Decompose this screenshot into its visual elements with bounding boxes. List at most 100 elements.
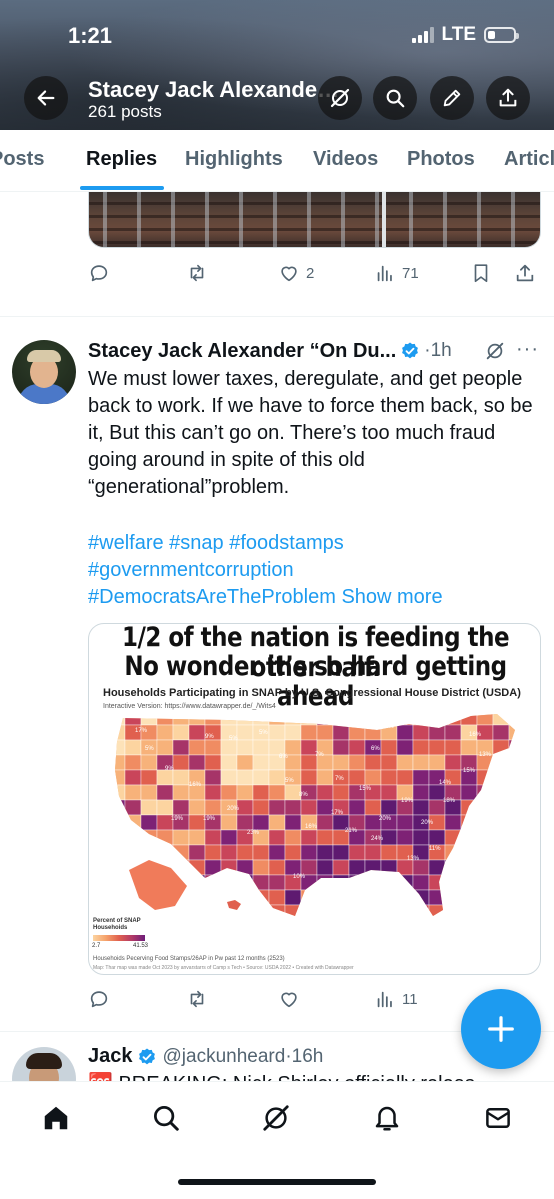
post-header: Stacey Jack Alexander “On Du... ·1h ···	[88, 338, 541, 364]
district-tile	[476, 904, 494, 916]
district-tile	[476, 889, 494, 906]
district-tile	[115, 799, 126, 816]
search-button[interactable]	[373, 76, 417, 120]
battery-icon	[484, 27, 519, 43]
nav-notifications[interactable]	[371, 1102, 403, 1134]
district-tile	[252, 714, 270, 726]
district-tile	[428, 889, 446, 906]
district-tile	[172, 829, 190, 846]
district-tile	[236, 799, 254, 816]
legend-min: 2.7	[92, 943, 101, 949]
post-image[interactable]: 1/2 of the nation is feeding the other h…	[88, 623, 541, 975]
district-label: 17%	[135, 728, 148, 734]
post-timestamp[interactable]: ·16h	[285, 1046, 323, 1068]
reply-button[interactable]	[88, 262, 116, 284]
share-button[interactable]	[486, 76, 530, 120]
district-tile	[460, 799, 478, 816]
post-header: Jack @jackunheard ·16h	[88, 1045, 323, 1068]
repost-button[interactable]	[186, 988, 214, 1010]
district-tile	[115, 829, 126, 846]
district-tile	[156, 829, 174, 846]
district-tile	[316, 769, 334, 786]
tab-photos[interactable]: Photos	[407, 148, 475, 171]
previous-post-image[interactable]	[88, 192, 541, 248]
tab-posts[interactable]: Posts	[0, 148, 44, 171]
repost-button[interactable]	[186, 262, 214, 284]
district-tile	[140, 799, 158, 816]
nav-messages[interactable]	[482, 1102, 514, 1134]
verified-badge-icon	[138, 1048, 155, 1064]
repost-icon	[190, 990, 204, 1008]
views-button[interactable]: 11	[374, 988, 418, 1010]
share-post-button[interactable]	[514, 262, 536, 284]
district-label: 9%	[165, 766, 174, 772]
legend-max: 41.53	[133, 943, 149, 949]
more-options-icon[interactable]: ···	[516, 338, 539, 361]
author-name[interactable]: Stacey Jack Alexander “On Du...	[88, 340, 396, 363]
district-tile	[236, 769, 254, 786]
tab-replies[interactable]: Replies	[86, 148, 157, 171]
district-tile	[268, 799, 286, 816]
district-tile	[268, 714, 286, 726]
reply-button[interactable]	[88, 988, 116, 1010]
nav-search[interactable]	[150, 1102, 182, 1134]
district-tile	[284, 829, 302, 846]
district-tile	[220, 844, 238, 861]
district-tile	[364, 889, 382, 906]
search-icon	[154, 1106, 179, 1131]
snap-us-map: 17% 9% 5% 5% 6% 8% 16% 13% 15% 14% 6% 7% 20% 19% 23% 17…	[115, 714, 515, 916]
district-tile	[364, 769, 382, 786]
district-tile	[396, 904, 414, 916]
status-indicators: LTE	[411, 24, 519, 46]
like-button[interactable]	[278, 988, 306, 1010]
district-tile	[444, 859, 462, 876]
district-tile	[428, 739, 446, 756]
hashtag-link[interactable]: #DemocratsAreTheProblem	[88, 586, 336, 608]
district-tile	[380, 904, 398, 916]
bookmark-button[interactable]	[470, 262, 492, 284]
district-tile	[316, 829, 334, 846]
post-timestamp[interactable]: ·1h	[424, 340, 451, 362]
district-label: 8%	[385, 724, 394, 730]
hashtag-link[interactable]: #foodstamps	[229, 532, 344, 554]
hashtag-link[interactable]: #welfare	[88, 532, 164, 554]
district-tile	[492, 754, 510, 771]
district-tile	[316, 724, 334, 741]
post-text: 🆘 BREAKING: Nick Shirley officially rele…	[88, 1071, 528, 1081]
profile-name: Stacey Jack Alexander “On Duty”	[88, 77, 342, 102]
district-tile	[412, 724, 430, 741]
district-tile	[236, 859, 254, 876]
tab-articles[interactable]: Articles	[504, 148, 554, 171]
post-divider	[0, 316, 554, 317]
hashtag-link[interactable]: #governmentcorruption	[88, 559, 294, 581]
district-tile	[316, 889, 334, 906]
district-tile	[380, 769, 398, 786]
show-more-link[interactable]: Show more	[341, 586, 442, 608]
compose-post-button[interactable]	[461, 989, 541, 1069]
district-tile	[380, 739, 398, 756]
district-tile	[236, 739, 254, 756]
edit-button[interactable]	[430, 76, 474, 120]
district-tile	[348, 859, 366, 876]
district-tile	[348, 754, 366, 771]
author-handle[interactable]: @jackunheard	[163, 1046, 286, 1068]
like-button[interactable]: 2	[278, 262, 314, 284]
district-tile	[115, 724, 126, 741]
back-button[interactable]	[24, 76, 68, 120]
district-tile	[332, 889, 350, 906]
tab-highlights[interactable]: Highlights	[185, 148, 283, 171]
tab-videos[interactable]: Videos	[313, 148, 378, 171]
district-tile	[156, 844, 174, 861]
district-tile	[348, 769, 366, 786]
nav-grok[interactable]	[260, 1102, 292, 1134]
post-text: We must lower taxes, deregulate, and get…	[88, 368, 533, 498]
nav-home[interactable]	[40, 1102, 72, 1134]
hashtag-link[interactable]: #snap	[169, 532, 224, 554]
district-tile	[236, 814, 254, 831]
grok-button[interactable]	[318, 76, 362, 120]
avatar[interactable]	[12, 340, 76, 404]
district-tile	[300, 829, 318, 846]
author-name[interactable]: Jack	[88, 1045, 133, 1068]
grok-icon[interactable]	[484, 340, 506, 362]
views-button[interactable]: 71	[374, 262, 419, 284]
